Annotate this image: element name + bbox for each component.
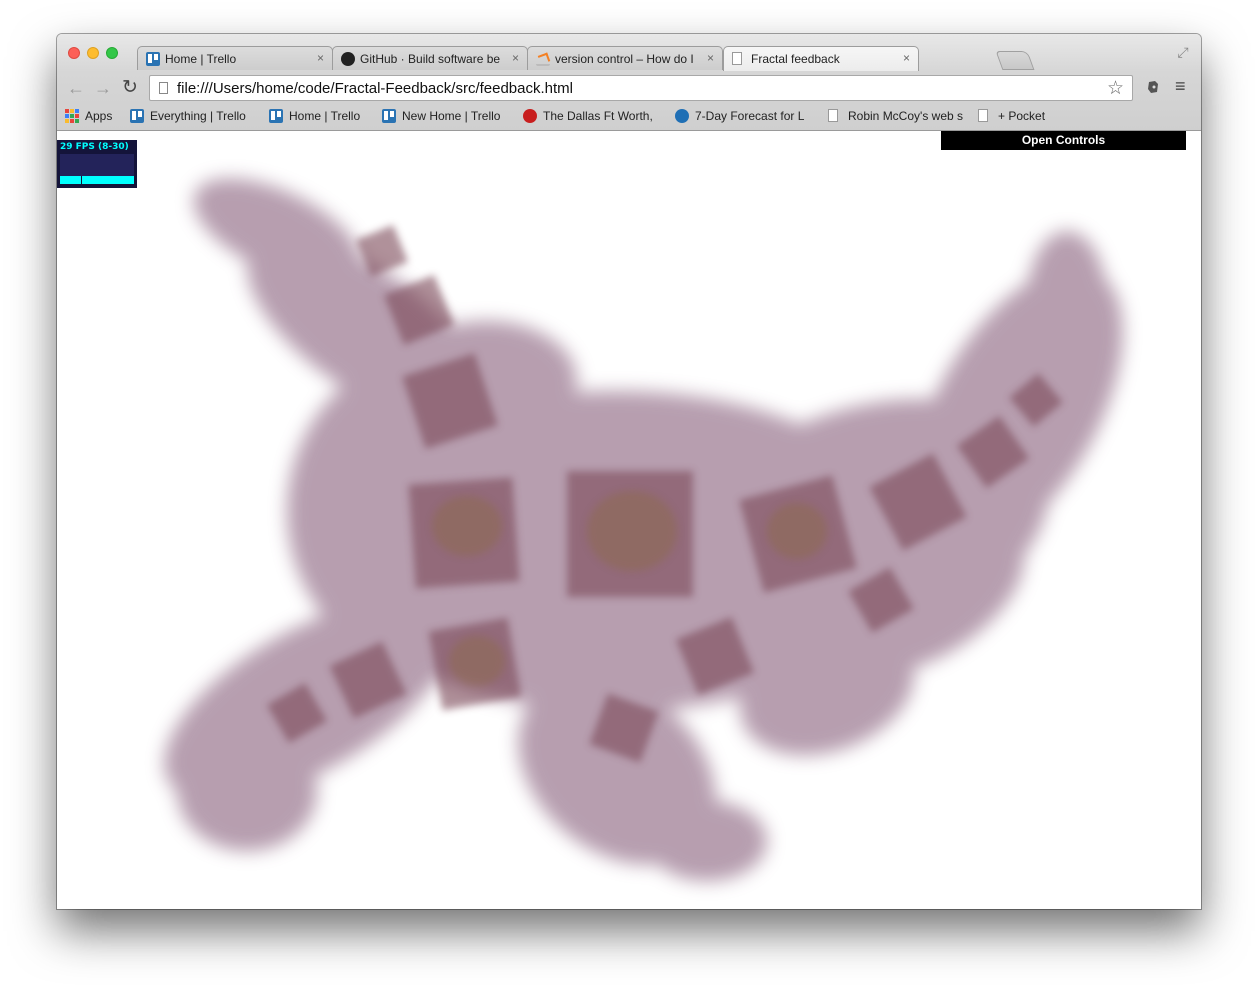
page-content: 29 FPS (8-30) Open Controls bbox=[57, 131, 1201, 909]
noaa-icon bbox=[675, 109, 689, 123]
tab-title: GitHub · Build software bet bbox=[360, 52, 500, 66]
browser-window: Home | Trello × GitHub · Build software … bbox=[57, 34, 1201, 909]
address-bar[interactable]: file:///Users/home/code/Fractal-Feedback… bbox=[149, 75, 1133, 101]
page-icon bbox=[978, 109, 988, 122]
bookmark-label: Home | Trello bbox=[289, 109, 361, 123]
zoom-window-button[interactable] bbox=[106, 47, 118, 59]
stackoverflow-icon bbox=[536, 52, 550, 66]
page-icon bbox=[828, 109, 838, 122]
forward-button[interactable]: → bbox=[94, 76, 112, 100]
fps-graph-bar bbox=[60, 176, 134, 184]
apps-grid-icon bbox=[65, 109, 79, 123]
close-icon[interactable]: × bbox=[512, 51, 519, 65]
evernote-extension-icon[interactable] bbox=[1145, 79, 1161, 95]
back-button[interactable]: ← bbox=[67, 76, 85, 100]
bookmark-label: New Home | Trello bbox=[402, 109, 501, 123]
fractal-canvas[interactable] bbox=[57, 131, 1201, 909]
bookmark-pocket[interactable]: + Pocket bbox=[978, 106, 1058, 126]
page-icon bbox=[159, 82, 168, 94]
fullscreen-icon[interactable]: ⤢ bbox=[1175, 44, 1191, 60]
bookmark-label: + Pocket bbox=[998, 109, 1046, 123]
tab-fractal-feedback[interactable]: Fractal feedback × bbox=[723, 46, 919, 71]
bookmark-7-day-forecast[interactable]: 7-Day Forecast for L bbox=[675, 106, 815, 126]
bookmark-label: Robin McCoy's web s bbox=[848, 109, 963, 123]
tab-github[interactable]: GitHub · Build software bet × bbox=[332, 46, 528, 70]
reload-button[interactable]: ↻ bbox=[122, 76, 138, 100]
tab-title: Home | Trello bbox=[165, 52, 237, 66]
bookmark-label: Everything | Trello bbox=[150, 109, 246, 123]
new-tab-button[interactable] bbox=[995, 51, 1035, 70]
url-text[interactable]: file:///Users/home/code/Fractal-Feedback… bbox=[177, 80, 573, 97]
bookmark-dallas-weather[interactable]: The Dallas Ft Worth, bbox=[523, 106, 657, 126]
trello-icon bbox=[269, 109, 283, 123]
fps-graph bbox=[60, 154, 134, 184]
bookmark-label: 7-Day Forecast for L bbox=[695, 109, 805, 123]
tab-home-trello[interactable]: Home | Trello × bbox=[137, 46, 333, 70]
tab-stackoverflow[interactable]: version control – How do I × bbox=[527, 46, 723, 70]
bookmark-apps[interactable]: Apps bbox=[65, 106, 125, 126]
minimize-window-button[interactable] bbox=[87, 47, 99, 59]
bookmark-new-home-trello[interactable]: New Home | Trello bbox=[382, 106, 512, 126]
fps-graph-marker bbox=[81, 176, 82, 184]
window-controls bbox=[68, 47, 118, 59]
close-icon[interactable]: × bbox=[317, 51, 324, 65]
bookmark-robin-mccoy[interactable]: Robin McCoy's web s bbox=[828, 106, 963, 126]
fps-stats-panel[interactable]: 29 FPS (8-30) bbox=[57, 140, 137, 188]
dallas-icon bbox=[523, 109, 537, 123]
github-icon bbox=[341, 52, 355, 66]
tab-title: version control – How do I bbox=[555, 52, 694, 66]
tab-title: Fractal feedback bbox=[751, 52, 840, 66]
trello-icon bbox=[146, 52, 160, 66]
bookmark-everything-trello[interactable]: Everything | Trello bbox=[130, 106, 260, 126]
close-icon[interactable]: × bbox=[707, 51, 714, 65]
bookmark-label: Apps bbox=[85, 109, 113, 123]
open-controls-button[interactable]: Open Controls bbox=[941, 131, 1186, 150]
bookmark-label: The Dallas Ft Worth, bbox=[543, 109, 653, 123]
close-icon[interactable]: × bbox=[903, 51, 910, 65]
menu-icon[interactable]: ≡ bbox=[1175, 77, 1191, 95]
trello-icon bbox=[382, 109, 396, 123]
close-window-button[interactable] bbox=[68, 47, 80, 59]
page-icon bbox=[732, 52, 742, 65]
bookmark-star-icon[interactable]: ☆ bbox=[1107, 77, 1124, 100]
fps-readout: 29 FPS (8-30) bbox=[60, 142, 129, 152]
bookmark-home-trello[interactable]: Home | Trello bbox=[269, 106, 379, 126]
browser-chrome: Home | Trello × GitHub · Build software … bbox=[57, 34, 1201, 131]
trello-icon bbox=[130, 109, 144, 123]
